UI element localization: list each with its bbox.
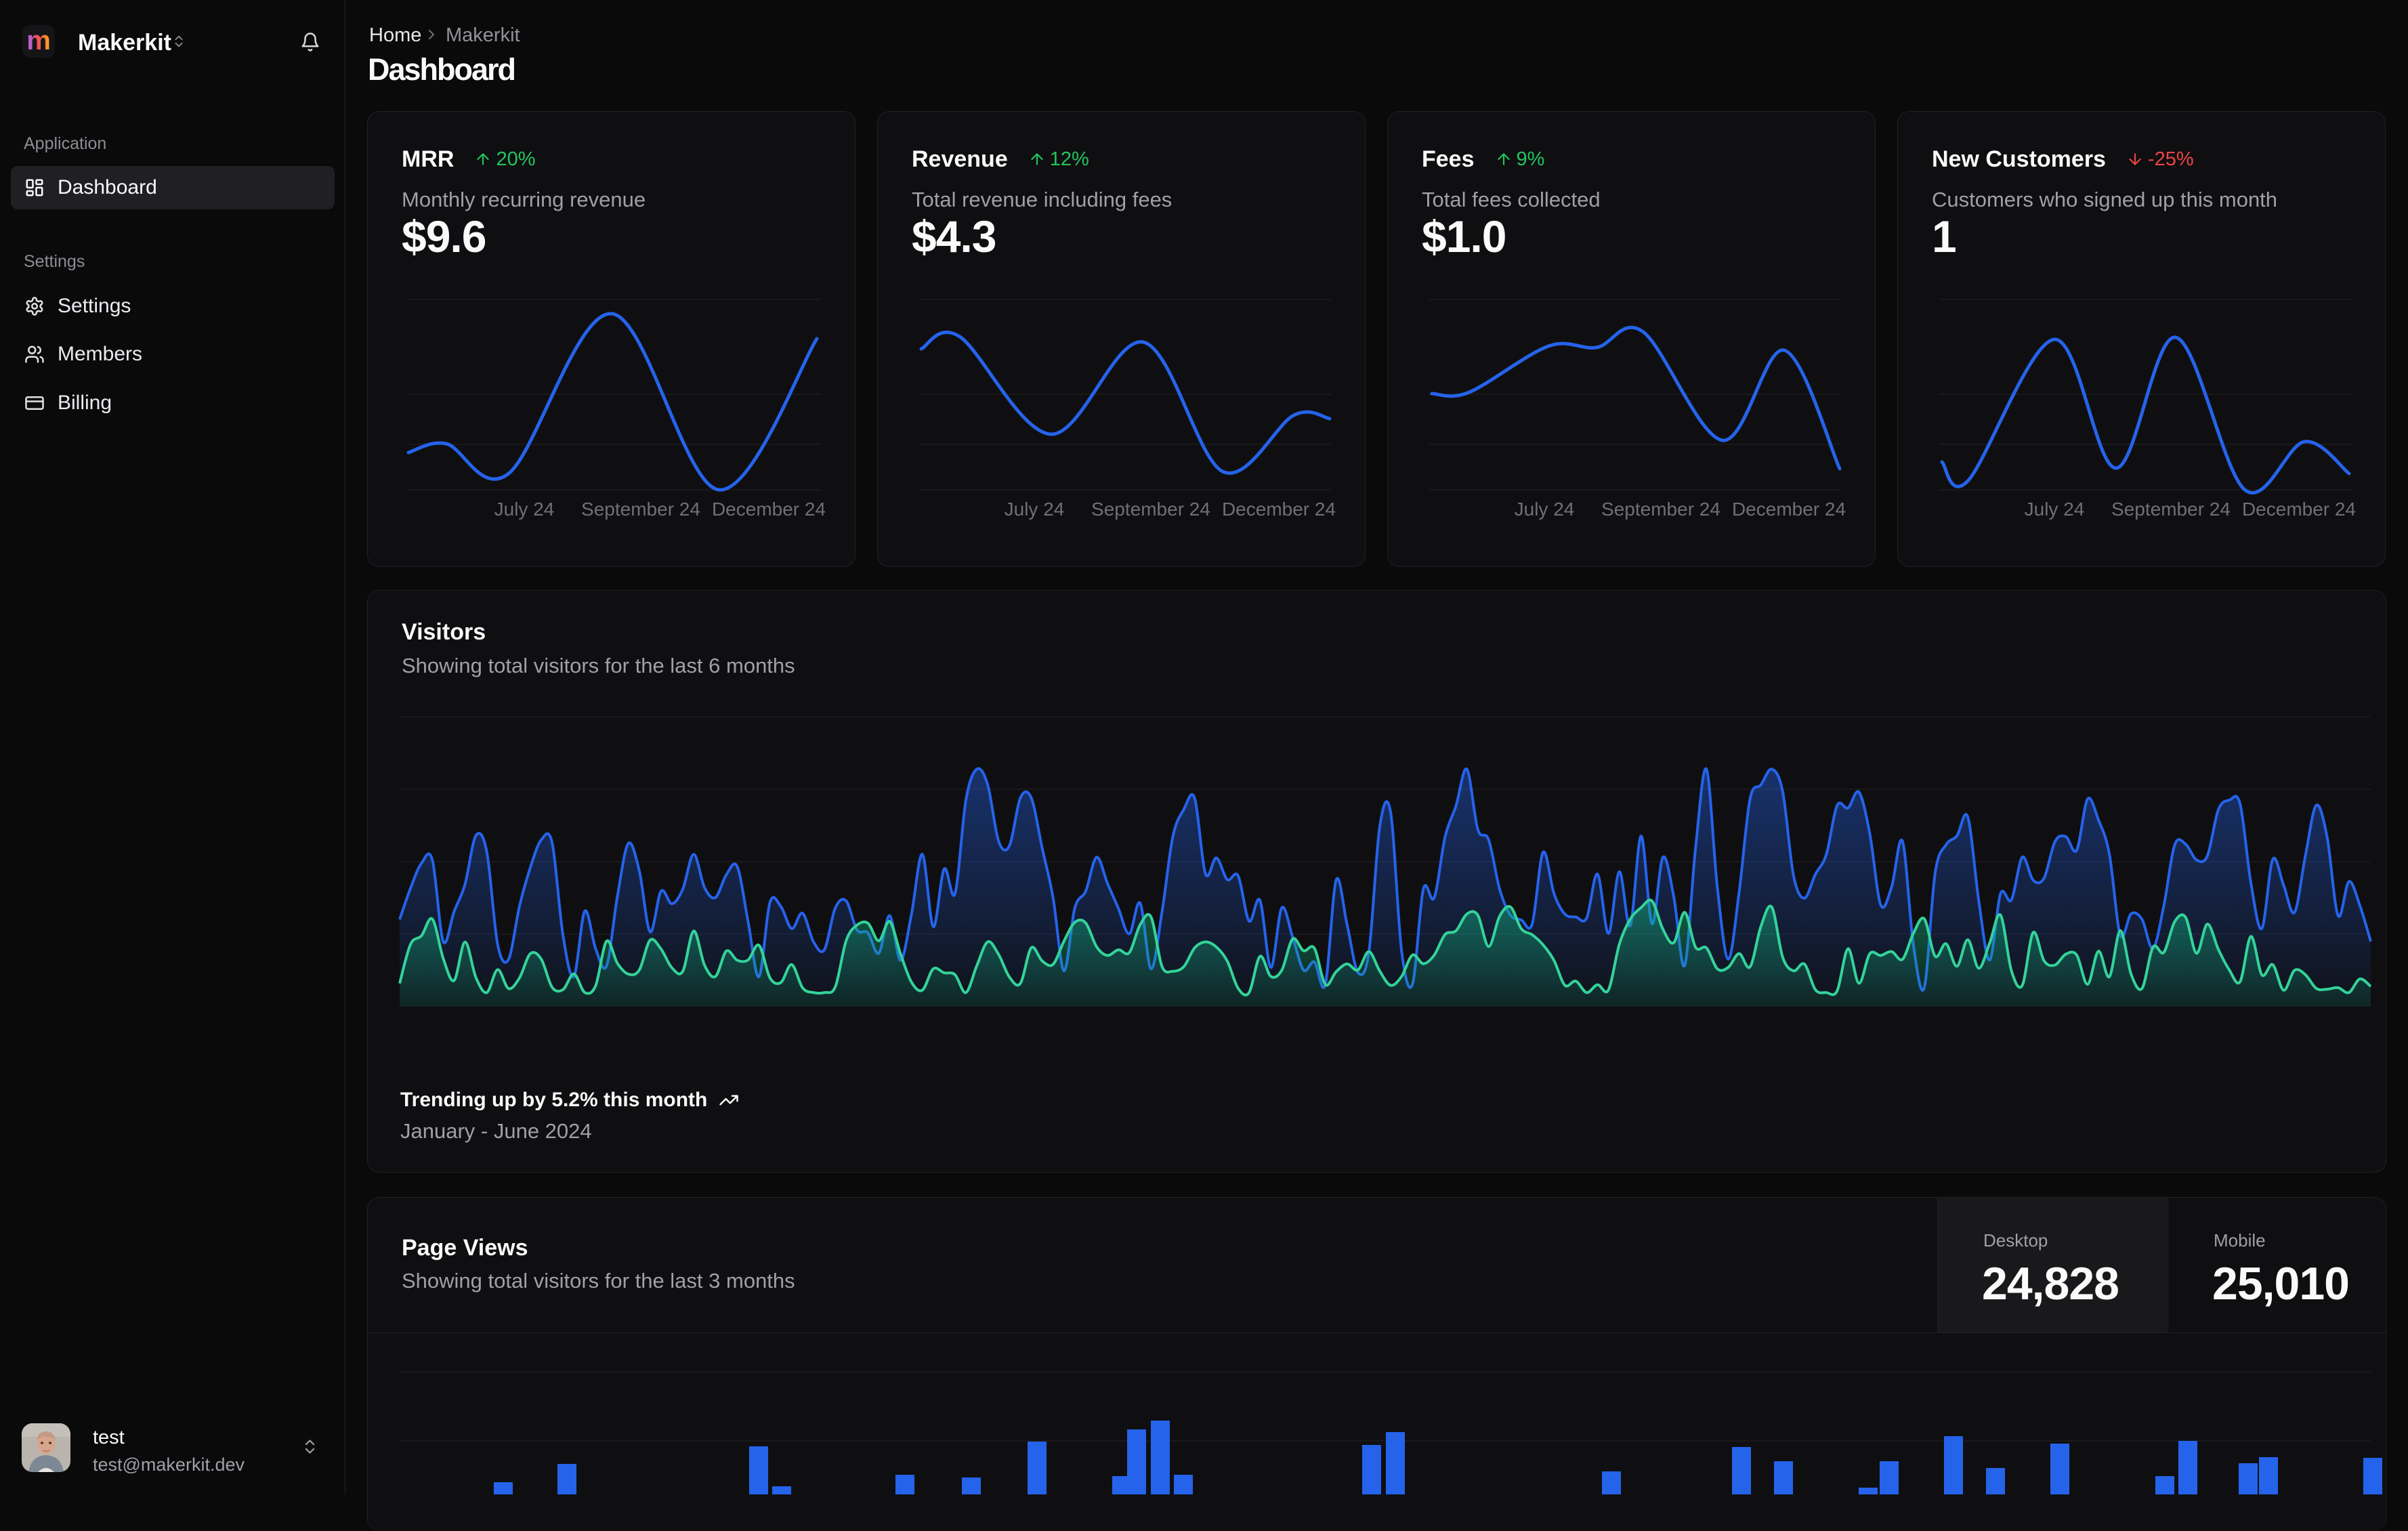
svg-text:July 24: July 24: [1515, 499, 1575, 520]
svg-text:December 24: December 24: [2242, 499, 2356, 520]
svg-text:July 24: July 24: [2025, 499, 2085, 520]
svg-text:m: m: [26, 26, 51, 56]
svg-text:September 24: September 24: [1091, 499, 1210, 520]
svg-text:December 24: December 24: [1732, 499, 1846, 520]
svg-text:December 24: December 24: [712, 499, 826, 520]
svg-text:December 24: December 24: [1222, 499, 1336, 520]
svg-text:July 24: July 24: [1005, 499, 1065, 520]
svg-text:September 24: September 24: [1601, 499, 1720, 520]
svg-text:July 24: July 24: [494, 499, 555, 520]
svg-text:September 24: September 24: [581, 499, 700, 520]
svg-text:September 24: September 24: [2111, 499, 2231, 520]
